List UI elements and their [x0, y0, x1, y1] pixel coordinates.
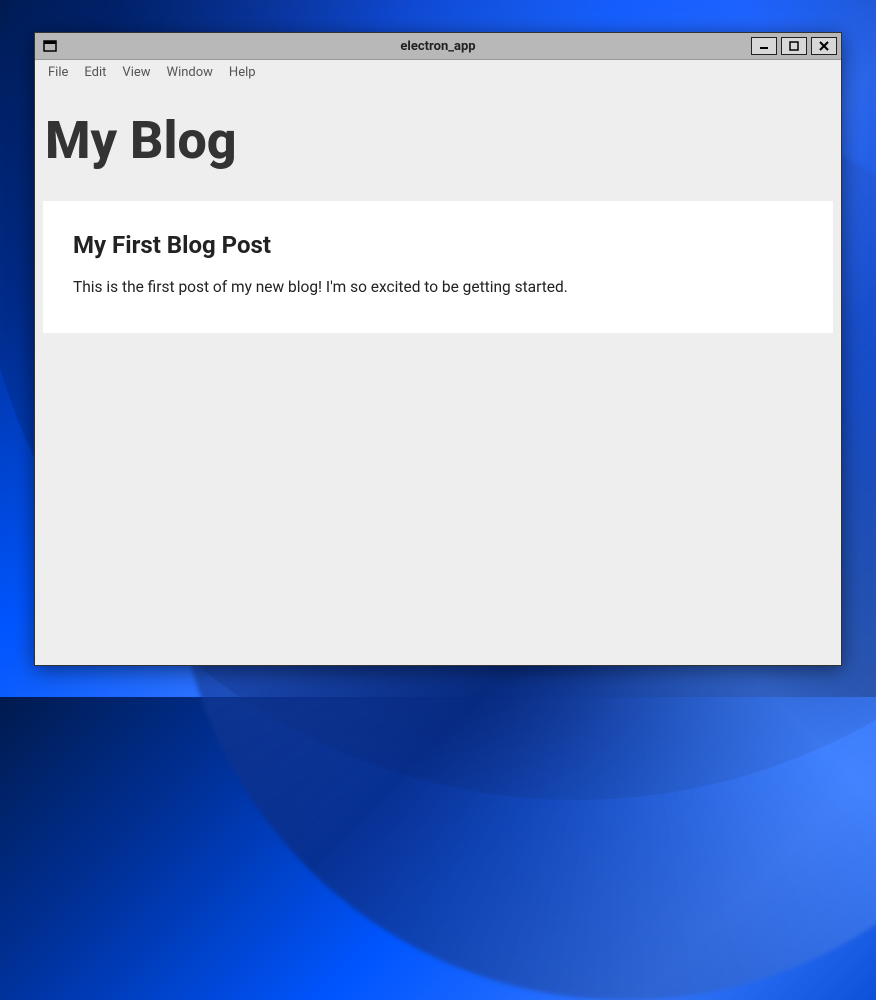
menu-help[interactable]: Help [222, 63, 263, 82]
menu-edit[interactable]: Edit [77, 63, 113, 82]
menu-window[interactable]: Window [160, 63, 220, 82]
app-window: electron_app File Edit View Window Help … [34, 32, 842, 666]
post-body: This is the first post of my new blog! I… [73, 277, 803, 299]
minimize-button[interactable] [751, 37, 777, 55]
post-card: My First Blog Post This is the first pos… [43, 201, 833, 333]
close-button[interactable] [811, 37, 837, 55]
app-icon [42, 38, 58, 54]
menubar: File Edit View Window Help [35, 60, 841, 84]
titlebar[interactable]: electron_app [35, 33, 841, 60]
content-area: My Blog My First Blog Post This is the f… [35, 84, 841, 665]
post-title: My First Blog Post [73, 231, 803, 259]
window-controls [751, 37, 837, 55]
menu-file[interactable]: File [41, 63, 75, 82]
page-title: My Blog [43, 110, 833, 171]
maximize-button[interactable] [781, 37, 807, 55]
menu-view[interactable]: View [115, 63, 157, 82]
window-title: electron_app [35, 39, 841, 54]
